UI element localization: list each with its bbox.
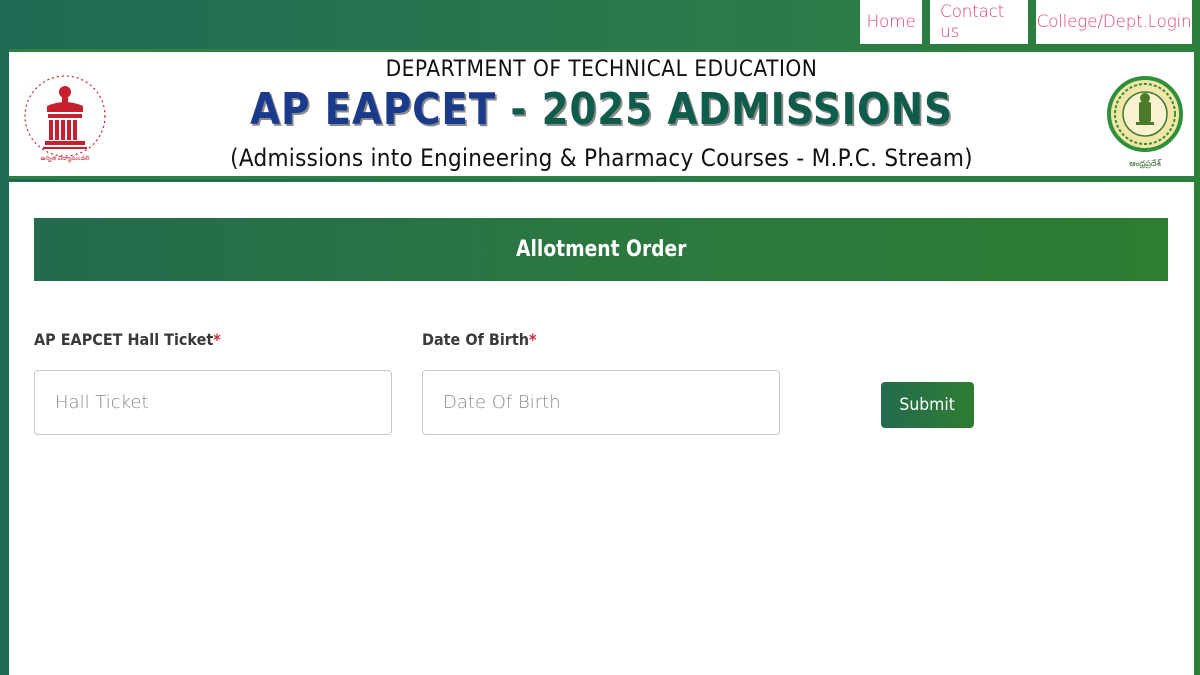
site-title: AP EAPCET - 2025 ADMISSIONS [80,84,1123,135]
hall-ticket-label: AP EAPCET Hall Ticket* [34,330,221,349]
site-subtitle: (Admissions into Engineering & Pharmacy … [230,144,973,172]
site-title-part1: AP EAPCET [250,84,496,135]
department-heading: DEPARTMENT OF TECHNICAL EDUCATION [385,57,818,82]
submit-button-label: Submit [899,395,956,415]
main-panel: Allotment Order AP EAPCET Hall Ticket* D… [9,182,1194,675]
required-marker: * [529,330,537,349]
page-title: Allotment Order [515,237,687,262]
andhra-pradesh-state-emblem-icon: ఆంధ్రప్రదేశ్ [1107,76,1183,169]
required-marker: * [213,330,221,349]
dob-label: Date Of Birth* [422,330,537,349]
nav-home-link[interactable]: Home [860,0,922,44]
hall-ticket-label-text: AP EAPCET Hall Ticket [34,330,214,349]
submit-button[interactable]: Submit [881,382,974,428]
nav-contact-link[interactable]: Contact us [930,0,1028,44]
page-header-bar: Allotment Order [34,218,1168,281]
svg-text:ఆంధ్రప్రదేశ్: ఆంధ్రప్రదేశ్ [1129,159,1162,169]
dob-label-text: Date Of Birth [422,330,530,349]
site-title-part2: - 2025 ADMISSIONS [495,84,953,135]
hall-ticket-input[interactable] [34,370,392,435]
site-header: ఉన్నత విద్యామండలి DEPARTMENT OF TECHNICA… [9,49,1194,179]
top-nav: Home Contact us College/Dept.Login [860,0,1192,44]
nav-college-login-link[interactable]: College/Dept.Login [1036,0,1192,44]
dob-input[interactable] [422,370,780,435]
